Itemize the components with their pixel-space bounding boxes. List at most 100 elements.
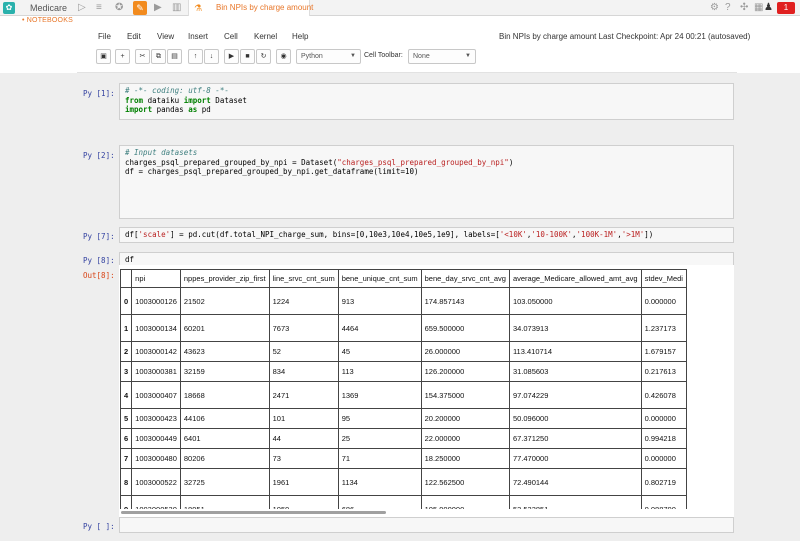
table-cell: 122.562500: [420, 468, 510, 496]
column-header: bene_day_srvc_cnt_avg: [420, 269, 510, 288]
datasets-icon[interactable]: ≡: [96, 2, 102, 14]
table-cell: 1.237173: [640, 314, 687, 342]
table-cell: 834: [268, 361, 339, 382]
table-row: 5 1003000423 44106 101 95 20.200000 50.096000 0…: [120, 408, 687, 429]
table-cell: 1003000381: [131, 361, 181, 382]
menu-cell[interactable]: Cell: [224, 32, 238, 41]
table-cell: 50.096000: [508, 408, 642, 429]
cell-prompt: Py [7]:: [83, 232, 115, 241]
table-cell: 0.088700: [640, 495, 687, 509]
cut-icon[interactable]: ✂: [135, 49, 150, 64]
table-cell: 1003000134: [131, 314, 181, 342]
cell-toolbar-select-value: None: [413, 53, 430, 60]
table-cell: 154.375000: [420, 381, 510, 409]
menu-insert[interactable]: Insert: [188, 32, 208, 41]
notification-badge[interactable]: 1: [777, 2, 795, 14]
restart-icon[interactable]: ↻: [256, 49, 271, 64]
table-cell: 18668: [179, 381, 270, 409]
menu-help[interactable]: Help: [292, 32, 308, 41]
menu-kernel[interactable]: Kernel: [254, 32, 277, 41]
row-index: 1: [120, 314, 133, 342]
table-cell: 174.857143: [420, 287, 510, 315]
cell-toolbar-label: Cell Toolbar:: [364, 52, 403, 59]
row-index: 8: [120, 468, 133, 496]
notebook-area: Py [1]: # -*- coding: utf-8 -*- from dat…: [0, 73, 800, 541]
table-cell: 67.371250: [508, 428, 642, 449]
flow-icon[interactable]: ▷: [78, 2, 86, 14]
paste-icon[interactable]: ▤: [167, 49, 182, 64]
notebook-header: File Edit View Insert Cell Kernel Help B…: [77, 27, 750, 73]
table-cell: 53.533851: [508, 495, 642, 509]
table-cell: 34.073913: [508, 314, 642, 342]
table-cell: 73: [268, 448, 339, 469]
column-header: stdev_Medi: [640, 269, 687, 288]
table-cell: 6401: [179, 428, 270, 449]
table-cell: 0.994218: [640, 428, 687, 449]
stop-icon[interactable]: ■: [240, 49, 255, 64]
row-index: 9: [120, 495, 133, 509]
groups-icon[interactable]: ✣: [740, 2, 748, 14]
code-cell-df[interactable]: df: [119, 252, 734, 266]
breadcrumb[interactable]: • NOTEBOOKS: [22, 17, 73, 24]
table-cell: 101: [268, 408, 339, 429]
table-cell: 0.217613: [640, 361, 687, 382]
recipes-icon[interactable]: ✪: [115, 2, 123, 14]
settings-icon[interactable]: ⚙: [710, 2, 719, 14]
table-cell: 0.426078: [640, 381, 687, 409]
horizontal-scrollbar[interactable]: [121, 511, 386, 514]
column-header: [120, 269, 133, 288]
save-icon[interactable]: ▣: [96, 49, 111, 64]
copy-icon[interactable]: ⧉: [151, 49, 166, 64]
row-index: 3: [120, 361, 133, 382]
chevron-down-icon: ▼: [350, 53, 356, 59]
code-cell-input-datasets[interactable]: # Input datasets charges_psql_prepared_g…: [119, 145, 734, 219]
kernel-select[interactable]: Python ▼: [296, 49, 361, 64]
code-cell-imports[interactable]: # -*- coding: utf-8 -*- from dataiku imp…: [119, 83, 734, 120]
notebook-icon[interactable]: ✎: [133, 1, 147, 15]
table-cell: 26.000000: [420, 341, 510, 362]
table-cell: 44106: [179, 408, 270, 429]
table-cell: 1003000407: [131, 381, 181, 409]
help-icon[interactable]: ?: [725, 2, 731, 14]
table-cell: 95: [337, 408, 422, 429]
column-header: bene_unique_cnt_sum: [337, 269, 422, 288]
table-cell: 913: [337, 287, 422, 315]
code-cell-scale[interactable]: df['scale'] = pd.cut(df.total_NPI_charge…: [119, 227, 734, 243]
code-cell-empty[interactable]: [119, 517, 734, 533]
run-cell-icon[interactable]: ▶: [224, 49, 239, 64]
cell-toolbar-select[interactable]: None ▼: [408, 49, 476, 64]
table-cell: 77.470000: [508, 448, 642, 469]
flask-icon: ⚗: [194, 3, 203, 13]
cell-prompt: Py [1]:: [83, 89, 115, 98]
dataiku-logo-icon[interactable]: ✿: [3, 2, 15, 14]
table-cell: 126.200000: [420, 361, 510, 382]
dashboard-icon[interactable]: ▥: [172, 2, 181, 14]
add-cell-icon[interactable]: +: [115, 49, 130, 64]
project-name[interactable]: Medicare: [30, 2, 67, 14]
table-cell: 43623: [179, 341, 270, 362]
move-down-icon[interactable]: ↓: [204, 49, 219, 64]
apps-icon[interactable]: ▦: [754, 2, 763, 14]
table-cell: 31.085603: [508, 361, 642, 382]
table-cell: 105.900000: [420, 495, 510, 509]
table-cell: 1003000449: [131, 428, 181, 449]
row-index: 2: [120, 341, 133, 362]
row-index: 4: [120, 381, 133, 409]
table-cell: 1003000126: [131, 287, 181, 315]
menu-view[interactable]: View: [157, 32, 174, 41]
menu-file[interactable]: File: [98, 32, 111, 41]
eye-icon[interactable]: ◉: [276, 49, 291, 64]
table-cell: 1.679157: [640, 341, 687, 362]
user-icon[interactable]: ♟: [764, 2, 773, 14]
table-cell: 80206: [179, 448, 270, 469]
notebook-tab[interactable]: ⚗ Bin NPIs by charge amount: [188, 0, 313, 16]
kernel-select-value: Python: [301, 53, 323, 60]
run-icon[interactable]: ▶: [154, 2, 162, 14]
table-row: 8 1003000522 32725 1961 1134 122.562500 72.490…: [120, 468, 687, 496]
move-up-icon[interactable]: ↑: [188, 49, 203, 64]
table-cell: 20.200000: [420, 408, 510, 429]
menu-edit[interactable]: Edit: [127, 32, 141, 41]
table-row: 2 1003000142 43623 52 45 26.000000 113.410714 1…: [120, 341, 687, 362]
table-row: 7 1003000480 80206 73 71 18.250000 77.470000 0.…: [120, 448, 687, 469]
table-cell: 1003000530: [131, 495, 181, 509]
